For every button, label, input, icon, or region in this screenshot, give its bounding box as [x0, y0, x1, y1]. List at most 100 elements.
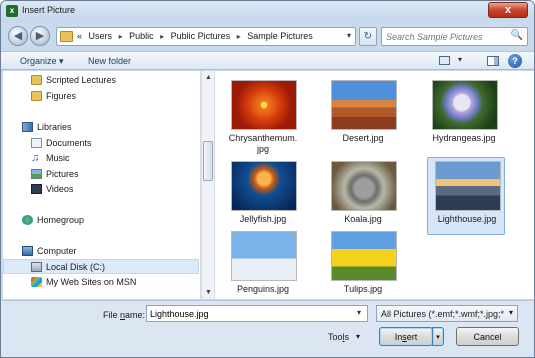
organize-button[interactable]: Organize ▾: [20, 56, 64, 67]
file-name: Chrysanthemum. jpg: [228, 133, 298, 154]
navigation-pane: Scripted Lectures Figures Libraries Docu…: [3, 71, 201, 299]
nav-item-figures[interactable]: Figures: [3, 89, 199, 104]
search-box[interactable]: 🔍: [381, 27, 528, 46]
nav-item-label: My Web Sites on MSN: [46, 277, 137, 287]
insert-options-button[interactable]: ▾: [432, 327, 444, 346]
navigation-scrollbar[interactable]: ▲ ▼: [201, 71, 214, 299]
nav-item-label: Libraries: [37, 122, 72, 132]
folder-icon: [31, 75, 42, 85]
chevron-right-icon[interactable]: ▸: [237, 32, 241, 41]
cancel-button[interactable]: Cancel: [456, 327, 519, 346]
search-input[interactable]: [386, 30, 506, 44]
nav-item-homegroup[interactable]: Homegroup: [3, 213, 199, 228]
file-thumbnail: [432, 80, 498, 130]
folder-icon: [31, 91, 42, 101]
close-button[interactable]: x: [488, 2, 528, 18]
disk-icon: [31, 262, 42, 272]
library-icon: [22, 122, 33, 132]
breadcrumb-sample-pictures[interactable]: Sample Pictures: [247, 31, 313, 41]
nav-item-label: Scripted Lectures: [46, 75, 117, 85]
nav-item-label: Videos: [46, 184, 74, 194]
nav-item-label: Figures: [46, 91, 77, 101]
nav-item-libraries[interactable]: Libraries: [3, 120, 199, 135]
music-icon: ♫: [31, 152, 40, 164]
breadcrumb-users[interactable]: Users: [89, 31, 113, 41]
scroll-up-icon[interactable]: ▲: [202, 71, 215, 84]
chevron-down-icon[interactable]: ▾: [347, 31, 351, 40]
file-thumbnail: [331, 231, 397, 281]
nav-item-local-disk[interactable]: Local Disk (C:): [3, 259, 199, 274]
breadcrumb-public[interactable]: Public: [129, 31, 154, 41]
file-type-select[interactable]: All Pictures (*.emf;*.wmf;*.jpg;* ▾: [376, 305, 518, 322]
file-item-jellyfish[interactable]: Jellyfish.jpg: [224, 158, 302, 236]
file-name-label: File name:: [103, 310, 146, 320]
file-item-koala[interactable]: Koala.jpg: [324, 158, 402, 236]
file-thumbnail: [331, 161, 397, 211]
chevron-down-icon[interactable]: ▾: [356, 332, 360, 341]
nav-item-pictures[interactable]: Pictures: [3, 167, 199, 182]
chevron-right-icon[interactable]: ▸: [160, 32, 164, 41]
file-item-hydrangeas[interactable]: Hydrangeas.jpg: [425, 77, 503, 155]
chevron-right-icon[interactable]: ▸: [119, 32, 123, 41]
file-name: Jellyfish.jpg: [239, 214, 287, 224]
refresh-button[interactable]: ↻: [359, 27, 377, 46]
toolbar: Organize ▾ New folder ▾ ?: [1, 51, 534, 70]
forward-button[interactable]: ▶: [30, 26, 50, 46]
nav-item-label: Music: [46, 153, 70, 163]
pictures-icon: [31, 169, 42, 179]
nav-item-music[interactable]: ♫ Music: [3, 151, 199, 166]
views-icon[interactable]: [439, 56, 450, 65]
dialog-footer: File name: ▾ All Pictures (*.emf;*.wmf;*…: [1, 300, 534, 357]
help-icon[interactable]: ?: [508, 54, 522, 68]
videos-icon: [31, 184, 42, 194]
file-list: Chrysanthemum. jpg Desert.jpg Hydrangeas.…: [215, 71, 534, 299]
scrollbar-thumb[interactable]: [203, 141, 213, 181]
chevron-down-icon[interactable]: ▾: [458, 55, 462, 64]
file-name: Lighthouse.jpg: [437, 214, 497, 224]
address-row: ◀ ▶ « Users ▸ Public ▸ Public Pictures ▸…: [1, 22, 534, 50]
app-icon: x: [6, 5, 18, 17]
search-icon[interactable]: 🔍: [511, 30, 523, 41]
file-item-penguins[interactable]: Penguins.jpg: [224, 228, 302, 306]
file-name: Hydrangeas.jpg: [432, 133, 496, 143]
nav-item-my-web-sites[interactable]: My Web Sites on MSN: [3, 275, 199, 290]
file-name: Penguins.jpg: [236, 284, 290, 294]
file-item-desert[interactable]: Desert.jpg: [324, 77, 402, 155]
scroll-down-icon[interactable]: ▼: [202, 286, 215, 299]
nav-item-computer[interactable]: Computer: [3, 244, 199, 259]
nav-item-documents[interactable]: Documents: [3, 136, 199, 151]
chevron-down-icon[interactable]: ▾: [509, 308, 513, 317]
file-name: Desert.jpg: [342, 133, 384, 143]
file-item-lighthouse[interactable]: Lighthouse.jpg: [427, 157, 505, 235]
window-title: Insert Picture: [22, 5, 76, 15]
back-button[interactable]: ◀: [8, 26, 28, 46]
file-thumbnail: [231, 231, 297, 281]
file-name-input[interactable]: [146, 305, 368, 322]
nav-item-videos[interactable]: Videos: [3, 182, 199, 197]
file-item-tulips[interactable]: Tulips.jpg: [324, 228, 402, 306]
file-thumbnail: [331, 80, 397, 130]
file-item-chrysanthemum[interactable]: Chrysanthemum. jpg: [224, 77, 302, 155]
file-type-value: All Pictures (*.emf;*.wmf;*.jpg;*: [381, 309, 505, 319]
nav-item-label: Local Disk (C:): [46, 262, 106, 272]
file-thumbnail: [231, 161, 297, 211]
address-bar[interactable]: « Users ▸ Public ▸ Public Pictures ▸ Sam…: [56, 27, 356, 46]
breadcrumb-public-pictures[interactable]: Public Pictures: [171, 31, 231, 41]
homegroup-icon: [22, 215, 33, 225]
computer-icon: [22, 246, 33, 256]
nav-item-scripted-lectures[interactable]: Scripted Lectures: [3, 73, 199, 88]
nav-item-label: Documents: [46, 138, 92, 148]
insert-button[interactable]: Insert: [379, 327, 433, 346]
file-thumbnail: [435, 161, 501, 211]
breadcrumb-overflow[interactable]: «: [77, 31, 82, 41]
tools-button[interactable]: Tools: [328, 332, 349, 342]
breadcrumb: « Users ▸ Public ▸ Public Pictures ▸ Sam…: [77, 31, 317, 41]
documents-icon: [31, 138, 42, 148]
folder-icon: [60, 31, 73, 42]
nav-item-label: Pictures: [46, 169, 79, 179]
new-folder-button[interactable]: New folder: [88, 56, 131, 66]
insert-picture-dialog: x Insert Picture x ◀ ▶ « Users ▸ Public …: [0, 0, 535, 358]
chevron-down-icon[interactable]: ▾: [357, 308, 361, 317]
nav-item-label: Computer: [37, 246, 77, 256]
preview-pane-icon[interactable]: [487, 56, 499, 66]
